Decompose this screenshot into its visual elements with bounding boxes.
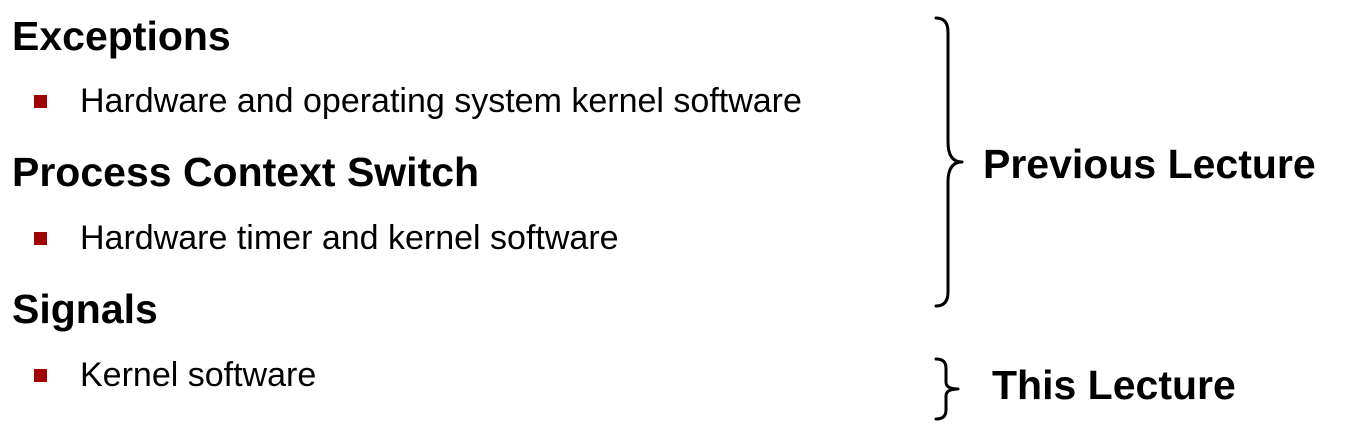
bullet-text: Kernel software [80,356,317,394]
bullet-text: Hardware and operating system kernel sof… [80,82,802,120]
previous-lecture-label: Previous Lecture [983,141,1316,187]
bullet-item-exceptions: Hardware and operating system kernel sof… [34,81,802,121]
square-bullet-icon [34,231,47,245]
bullet-item-context-switch: Hardware timer and kernel software [34,218,619,258]
square-bullet-icon [34,94,47,108]
heading-exceptions: Exceptions [12,13,231,59]
heading-signals: Signals [12,286,158,332]
square-bullet-icon [34,368,47,382]
curly-brace-icon [934,16,964,308]
bullet-text: Hardware timer and kernel software [80,219,619,257]
curly-brace-icon [934,357,960,421]
heading-process-context-switch: Process Context Switch [12,149,480,195]
bullet-item-signals: Kernel software [34,355,316,395]
this-lecture-label: This Lecture [992,362,1236,408]
